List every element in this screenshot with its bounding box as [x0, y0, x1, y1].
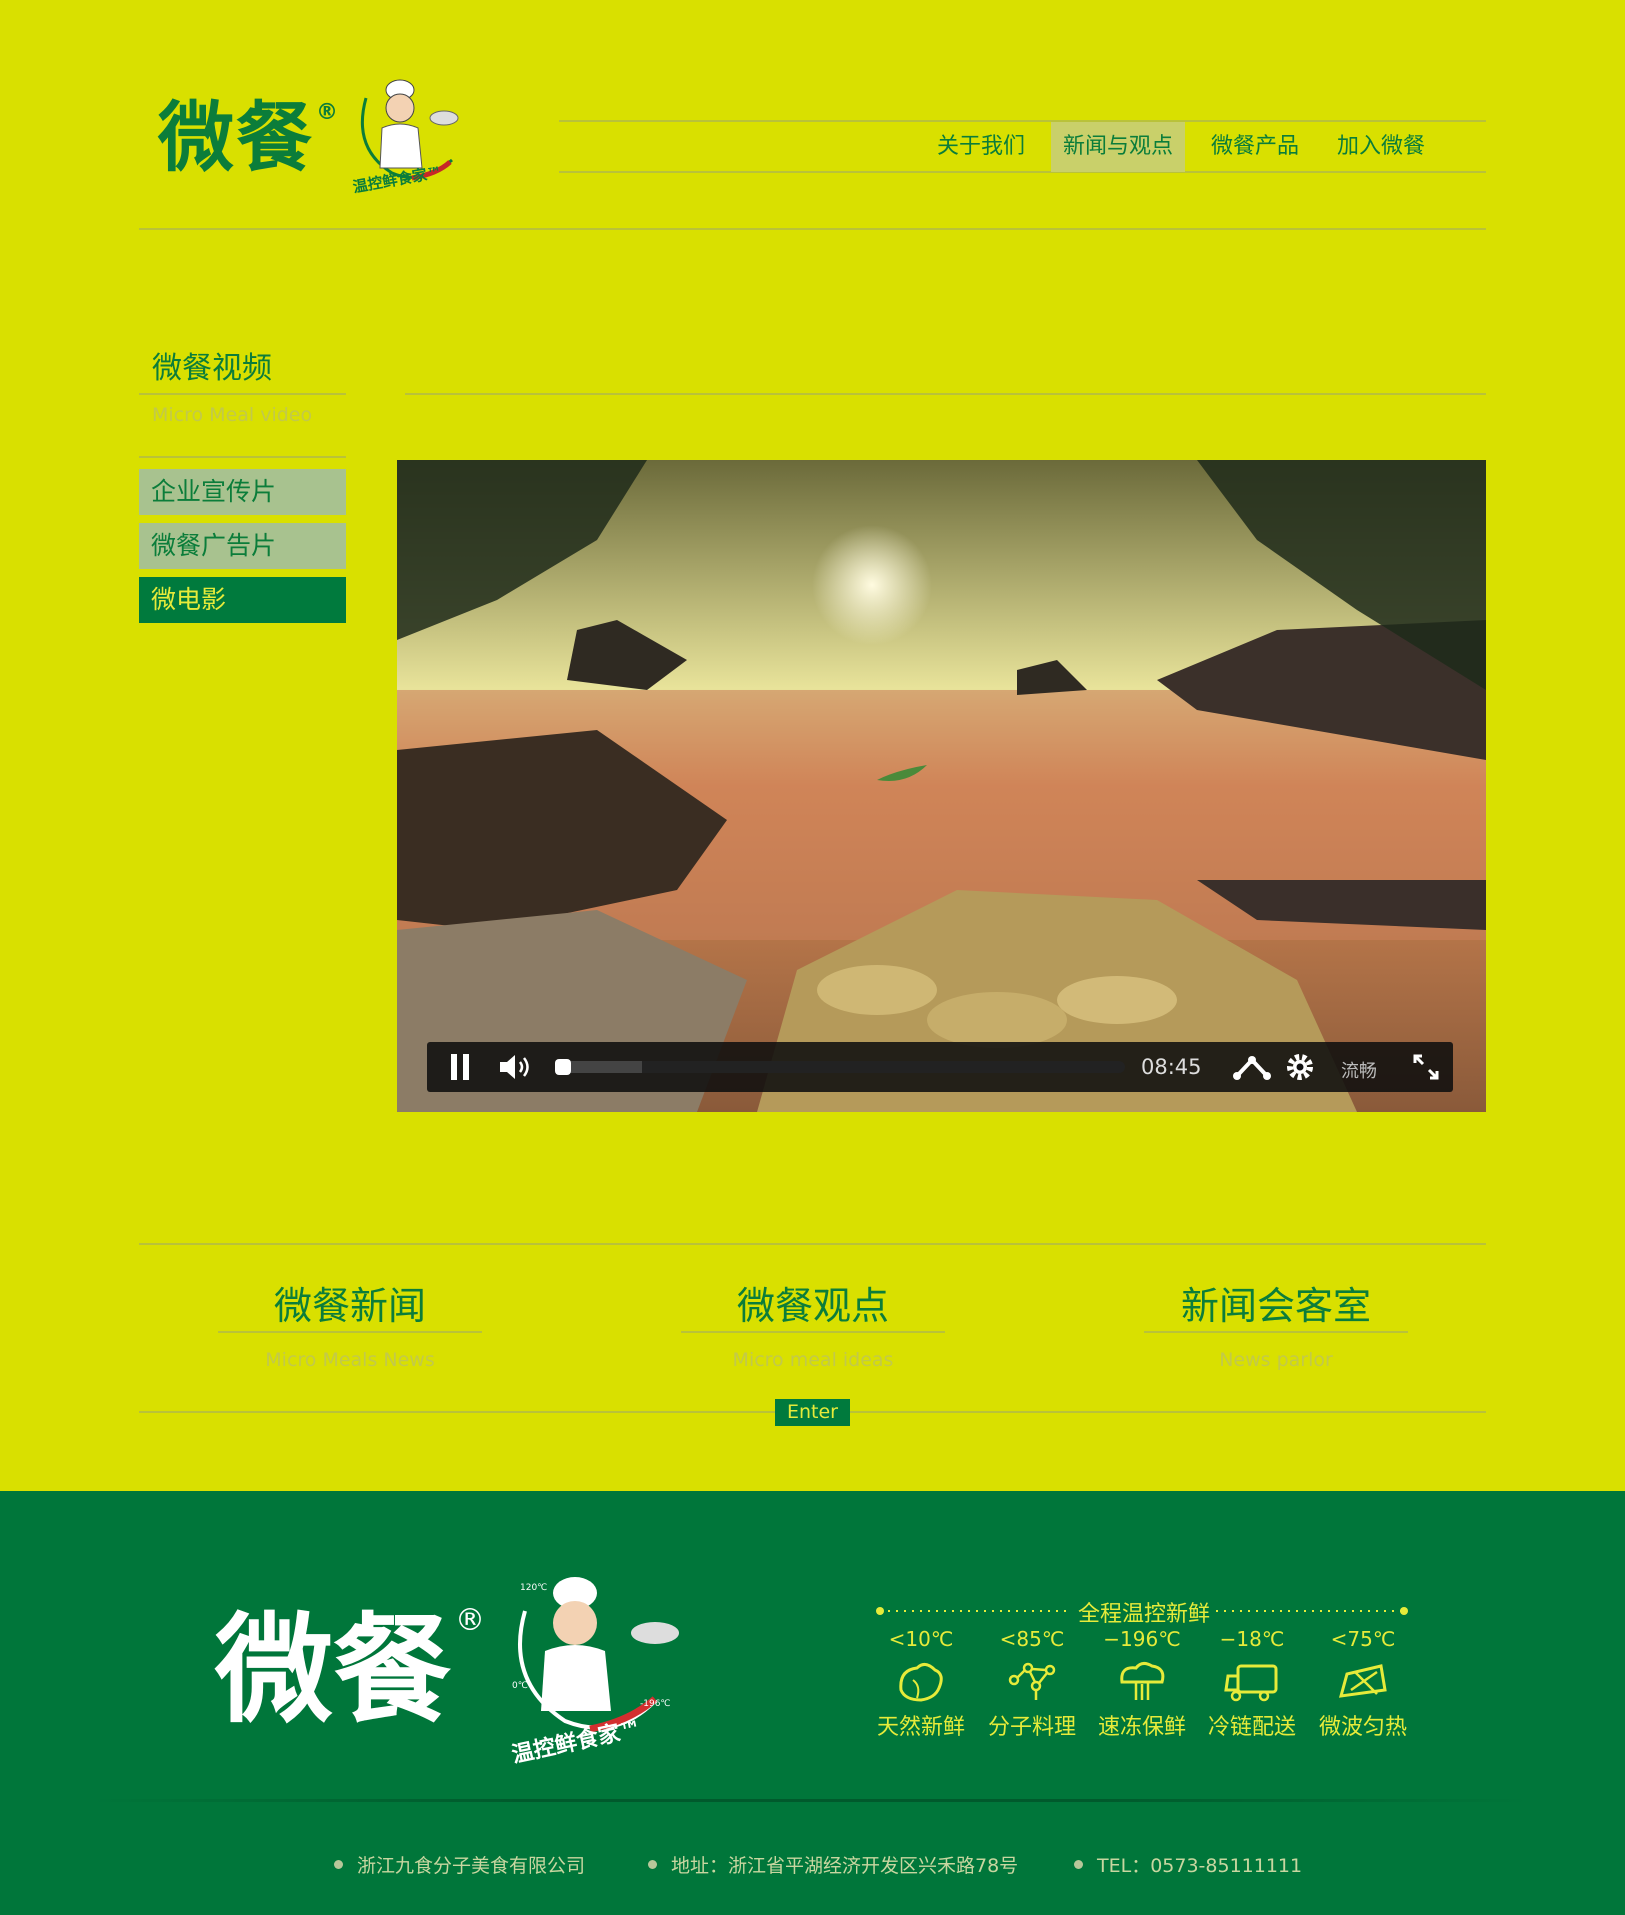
- feature-natural-fresh: <10℃ 天然新鲜: [866, 1627, 976, 1741]
- video-time: 08:45: [1141, 1055, 1202, 1079]
- feature-microwave-heat: <75℃ 微波匀热: [1308, 1627, 1418, 1741]
- feature-name: 速冻保鲜: [1097, 1715, 1186, 1740]
- feature-name: 微波匀热: [1318, 1715, 1407, 1740]
- registered-mark: ®: [316, 100, 338, 125]
- footer-chef-temp-left: 0℃: [512, 1681, 528, 1691]
- volume-icon[interactable]: [497, 1052, 535, 1082]
- news-column-parlor[interactable]: 新闻会客室 News parlor: [1142, 1275, 1410, 1371]
- news-title[interactable]: 微餐观点: [679, 1275, 947, 1331]
- fullscreen-icon[interactable]: [1411, 1052, 1441, 1082]
- progress-bar[interactable]: [557, 1061, 1125, 1073]
- feature-temp: −18℃: [1219, 1627, 1285, 1651]
- side-item-ads[interactable]: 微餐广告片: [139, 523, 346, 569]
- video-controls: 08:45 流畅: [427, 1042, 1453, 1092]
- section-subtitle: Micro Meal video: [152, 404, 313, 426]
- side-item-micro-film[interactable]: 微电影: [139, 577, 346, 623]
- truck-icon: [1197, 1657, 1307, 1707]
- main-nav: 关于我们 新闻与观点 微餐产品 加入微餐: [925, 122, 1451, 172]
- gear-icon[interactable]: [1285, 1052, 1315, 1082]
- footer-slogan-text: 全程温控新鲜: [1072, 1596, 1217, 1628]
- feature-name: 天然新鲜: [876, 1715, 965, 1740]
- footer: 微餐 ® 120℃ 0℃ -196℃ 温控鲜食家™ 全程温控新鲜 <10℃ 天然…: [0, 1491, 1625, 1915]
- video-player[interactable]: 08:45 流畅: [397, 460, 1486, 1112]
- footer-slogan: 全程温控新鲜: [872, 1596, 1412, 1628]
- news-title[interactable]: 新闻会客室: [1142, 1275, 1410, 1331]
- news-subtitle: News parlor: [1219, 1349, 1333, 1371]
- enter-button[interactable]: Enter: [775, 1399, 850, 1426]
- quality-selector[interactable]: 流畅: [1341, 1057, 1377, 1083]
- footer-company: 浙江九食分子美食有限公司: [334, 1851, 585, 1878]
- footer-divider: [90, 1799, 1530, 1802]
- mushroom-icon: [1087, 1657, 1197, 1707]
- news-divider: [681, 1331, 945, 1333]
- nav-products[interactable]: 微餐产品: [1199, 122, 1311, 172]
- news-subtitle: Micro Meals News: [265, 1349, 435, 1371]
- bullet-icon: [334, 1860, 343, 1869]
- feature-temp: −196℃: [1103, 1627, 1181, 1651]
- molecule-icon: [977, 1657, 1087, 1707]
- section-title: 微餐视频: [152, 351, 272, 386]
- feature-temp: <75℃: [1330, 1627, 1396, 1651]
- feature-cold-chain: −18℃ 冷链配送: [1197, 1627, 1307, 1741]
- feature-temp: <85℃: [999, 1627, 1065, 1651]
- progress-knob[interactable]: [555, 1059, 571, 1075]
- bullet-icon: [648, 1860, 657, 1869]
- news-subtitle: Micro meal ideas: [732, 1349, 894, 1371]
- vegetable-icon: [866, 1657, 976, 1707]
- nav-join[interactable]: 加入微餐: [1325, 122, 1437, 172]
- address-text: 地址：浙江省平湖经济开发区兴禾路78号: [671, 1855, 1019, 1877]
- footer-registered-mark: ®: [455, 1603, 485, 1638]
- footer-tel: TEL：0573-85111111: [1074, 1851, 1302, 1878]
- feature-quick-freeze: −196℃ 速冻保鲜: [1087, 1627, 1197, 1741]
- feature-name: 分子料理: [987, 1715, 1076, 1740]
- news-divider: [218, 1331, 482, 1333]
- nav-about[interactable]: 关于我们: [925, 122, 1037, 172]
- news-column-ideas[interactable]: 微餐观点 Micro meal ideas: [679, 1275, 947, 1371]
- share-icon[interactable]: [1232, 1052, 1272, 1082]
- footer-address: 地址：浙江省平湖经济开发区兴禾路78号: [648, 1851, 1018, 1878]
- feature-name: 冷链配送: [1207, 1715, 1296, 1740]
- footer-chef-temp-top: 120℃: [520, 1583, 548, 1593]
- video-frame: [397, 460, 1486, 1112]
- news-title[interactable]: 微餐新闻: [216, 1275, 484, 1331]
- microwave-icon: [1308, 1657, 1418, 1707]
- logo-text[interactable]: 微餐: [158, 100, 314, 176]
- news-divider: [1144, 1331, 1408, 1333]
- feature-temp: <10℃: [888, 1627, 954, 1651]
- nav-news[interactable]: 新闻与观点: [1051, 122, 1186, 172]
- bullet-icon: [1074, 1860, 1083, 1869]
- tel-text: TEL：0573-85111111: [1097, 1855, 1303, 1877]
- company-name: 浙江九食分子美食有限公司: [357, 1855, 586, 1877]
- pause-button[interactable]: [445, 1052, 475, 1082]
- news-column-news[interactable]: 微餐新闻 Micro Meals News: [216, 1275, 484, 1371]
- feature-molecular-cuisine: <85℃ 分子料理: [977, 1627, 1087, 1741]
- side-item-corporate[interactable]: 企业宣传片: [139, 469, 346, 515]
- footer-logo-text[interactable]: 微餐: [215, 1611, 451, 1729]
